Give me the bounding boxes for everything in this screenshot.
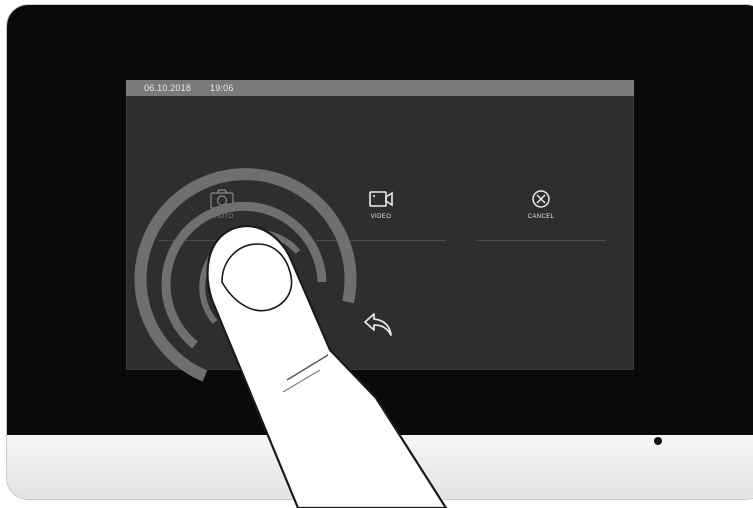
- sensor-dot: [654, 437, 662, 445]
- cancel-button[interactable]: CANCEL: [481, 188, 601, 240]
- divider-photo: [158, 240, 288, 241]
- back-button[interactable]: [362, 310, 396, 338]
- video-camera-icon: [369, 191, 393, 207]
- status-date: 06.10.2018: [144, 83, 192, 93]
- video-label: VIDEO: [370, 214, 392, 220]
- device-chin: [7, 435, 753, 499]
- divider-cancel: [476, 240, 606, 241]
- status-time: 19:06: [210, 83, 234, 93]
- stage: 06.10.2018 19:06 PHOTO VIDEO CANCEL: [0, 0, 753, 508]
- photo-label: PHOTO: [210, 214, 234, 220]
- camera-icon: [210, 189, 234, 209]
- back-arrow-icon: [364, 313, 392, 336]
- video-button[interactable]: VIDEO: [321, 188, 441, 240]
- cancel-icon: [532, 190, 550, 208]
- cancel-label: CANCEL: [527, 214, 555, 220]
- touch-screen: 06.10.2018 19:06 PHOTO VIDEO CANCEL: [126, 80, 634, 370]
- divider-video: [316, 240, 446, 241]
- status-bar: 06.10.2018 19:06: [126, 80, 634, 96]
- photo-button[interactable]: PHOTO: [162, 188, 282, 240]
